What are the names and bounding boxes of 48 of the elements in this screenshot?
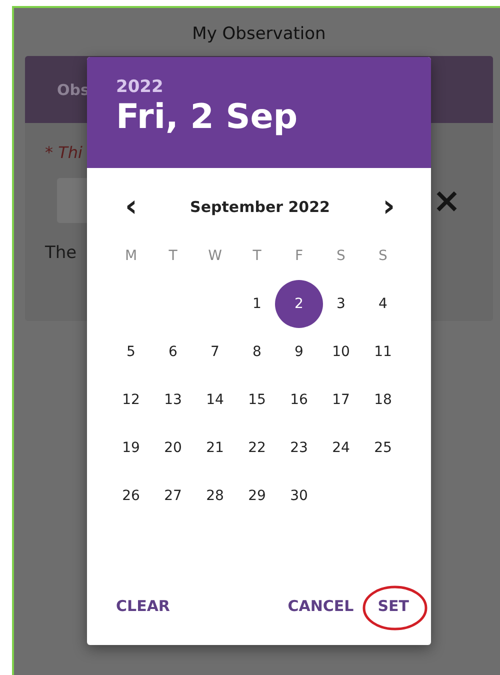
dialog-action-button[interactable]: CLEAR xyxy=(110,589,176,623)
dialog-action-button[interactable]: CANCEL xyxy=(282,589,360,623)
next-month-button[interactable]: › xyxy=(378,194,399,220)
weekday-label: T xyxy=(168,247,178,266)
weekday-label: W xyxy=(207,247,223,266)
previous-month-button[interactable]: ‹ xyxy=(121,194,142,220)
card-text: The xyxy=(45,243,77,263)
calendar-day[interactable]: 14 xyxy=(194,379,236,421)
calendar-day[interactable]: 5 xyxy=(110,331,152,373)
calendar-day[interactable]: 15 xyxy=(236,379,278,421)
page-title: My Observation xyxy=(191,23,327,46)
calendar-day[interactable]: 28 xyxy=(194,475,236,517)
calendar-day[interactable]: 20 xyxy=(152,427,194,469)
calendar-day[interactable]: 19 xyxy=(110,427,152,469)
weekday-label: T xyxy=(252,247,262,266)
calendar-day[interactable]: 21 xyxy=(194,427,236,469)
selected-year[interactable]: 2022 xyxy=(116,77,431,97)
card-header-title: Obs xyxy=(57,80,90,98)
calendar-day[interactable]: 25 xyxy=(362,427,404,469)
calendar-day[interactable]: 16 xyxy=(278,379,320,421)
weekday-label: F xyxy=(294,247,304,266)
required-note: * Thi xyxy=(45,143,84,162)
calendar-day[interactable]: 27 xyxy=(152,475,194,517)
calendar-day[interactable]: 3 xyxy=(320,283,362,325)
calendar-day[interactable]: 23 xyxy=(278,427,320,469)
month-label: September 2022 xyxy=(190,198,330,216)
weekday-label: M xyxy=(124,247,138,266)
calendar-day[interactable]: 18 xyxy=(362,379,404,421)
calendar-day[interactable]: 10 xyxy=(320,331,362,373)
calendar-day[interactable]: 6 xyxy=(152,331,194,373)
calendar-day[interactable]: 13 xyxy=(152,379,194,421)
calendar-day[interactable]: 17 xyxy=(320,379,362,421)
weekday-label: S xyxy=(378,247,388,266)
calendar-day[interactable]: 26 xyxy=(110,475,152,517)
calendar-day[interactable]: 8 xyxy=(236,331,278,373)
calendar-day[interactable]: 4 xyxy=(362,283,404,325)
calendar-day[interactable]: 9 xyxy=(278,331,320,373)
calendar-day[interactable]: 1 xyxy=(236,283,278,325)
calendar-day[interactable]: 22 xyxy=(236,427,278,469)
calendar-day[interactable]: 7 xyxy=(194,331,236,373)
calendar-day[interactable]: 24 xyxy=(320,427,362,469)
calendar-day[interactable]: 30 xyxy=(278,475,320,517)
selected-date: Fri, 2 Sep xyxy=(116,97,299,137)
calendar-day[interactable]: 11 xyxy=(362,331,404,373)
calendar-day[interactable]: 12 xyxy=(110,379,152,421)
calendar-day[interactable]: 2 xyxy=(275,280,323,328)
weekday-label: S xyxy=(336,247,346,266)
calendar-day[interactable]: 29 xyxy=(236,475,278,517)
